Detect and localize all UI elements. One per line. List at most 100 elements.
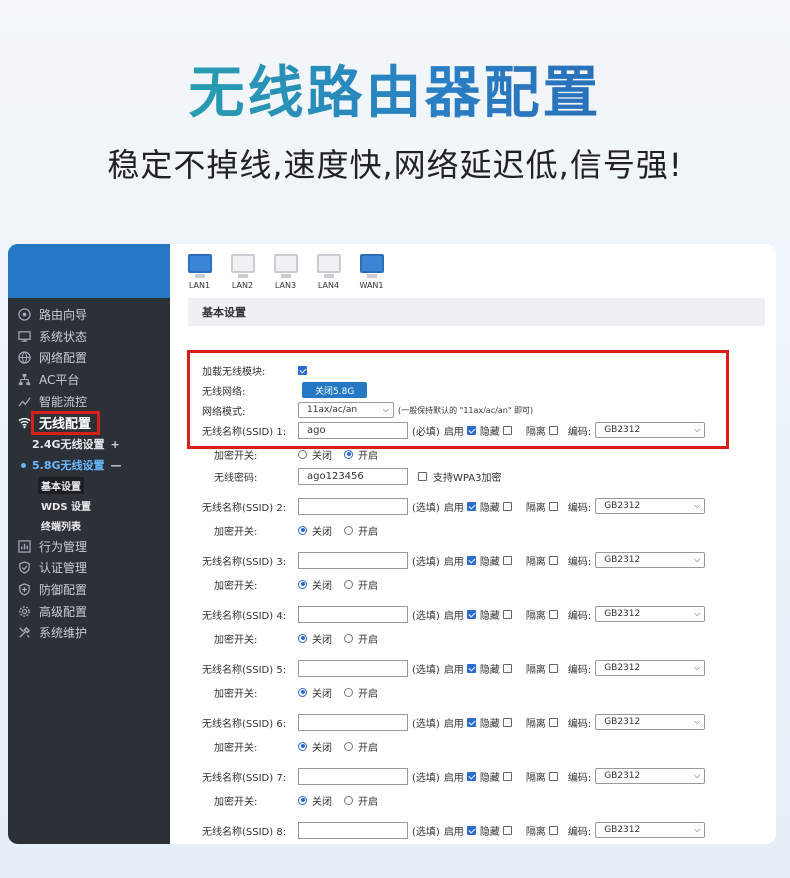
enable-checkbox[interactable]	[466, 609, 476, 619]
sidebar-item[interactable]: 网络配置	[8, 347, 170, 369]
hidden-option[interactable]: 隐藏	[480, 823, 512, 838]
radio-button[interactable]	[344, 795, 353, 805]
radio-button[interactable]	[344, 741, 353, 751]
enable-checkbox[interactable]	[466, 771, 476, 781]
radio-off-option[interactable]: 关闭	[298, 523, 332, 538]
sidebar-item-wireless[interactable]: 无线配置	[8, 410, 170, 435]
sidebar-leaf[interactable]: WDS 设置	[8, 496, 170, 516]
radio-button[interactable]	[344, 633, 353, 643]
radio-off-option[interactable]: 关闭	[298, 793, 332, 808]
isolate-checkbox[interactable]	[548, 425, 558, 435]
hidden-checkbox[interactable]	[502, 717, 512, 727]
isolate-checkbox[interactable]	[548, 771, 558, 781]
sidebar-leaf[interactable]: 基本设置	[8, 476, 170, 496]
sidebar-item[interactable]: AC平台	[8, 369, 170, 391]
ssid-input[interactable]	[298, 767, 408, 785]
radio-button[interactable]	[344, 525, 353, 535]
radio-on-option[interactable]: 开启	[344, 631, 378, 646]
hidden-checkbox[interactable]	[502, 825, 512, 835]
sidebar-item[interactable]: 行为管理	[8, 536, 170, 558]
hidden-checkbox[interactable]	[502, 663, 512, 673]
encoding-select[interactable]: GB2312 ⌵	[595, 498, 706, 514]
radio-button[interactable]	[298, 687, 307, 697]
ssid-input[interactable]	[298, 551, 408, 569]
enable-checkbox[interactable]	[466, 825, 476, 835]
radio-off-option[interactable]: 关闭	[298, 447, 332, 462]
hidden-option[interactable]: 隐藏	[480, 423, 512, 438]
disable-5g-button[interactable]: 关闭5.8G	[302, 382, 368, 398]
enable-checkbox[interactable]	[466, 663, 476, 673]
isolate-option[interactable]: 隔离	[526, 423, 558, 438]
enable-option[interactable]: 启用	[444, 661, 476, 676]
sidebar-leaf[interactable]: 终端列表	[8, 516, 170, 536]
enable-checkbox[interactable]	[466, 425, 476, 435]
ssid-input[interactable]: ago	[298, 421, 408, 439]
sidebar-item[interactable]: 高级配置	[8, 600, 170, 622]
isolate-option[interactable]: 隔离	[526, 607, 558, 622]
isolate-option[interactable]: 隔离	[526, 769, 558, 784]
isolate-checkbox[interactable]	[548, 555, 558, 565]
expand-toggle-icon[interactable]: —	[111, 459, 122, 472]
sidebar-subitem[interactable]: 5.8G无线设置 —	[8, 455, 170, 476]
isolate-checkbox[interactable]	[548, 717, 558, 727]
radio-button[interactable]	[298, 449, 307, 459]
sidebar-subitem[interactable]: 2.4G无线设置 +	[8, 434, 170, 455]
hidden-option[interactable]: 隐藏	[480, 769, 512, 784]
wpa3-option[interactable]: 支持WPA3加密	[418, 469, 501, 484]
encoding-select[interactable]: GB2312 ⌵	[595, 606, 706, 622]
isolate-option[interactable]: 隔离	[526, 661, 558, 676]
hidden-checkbox[interactable]	[502, 555, 512, 565]
encoding-select[interactable]: GB2312 ⌵	[595, 422, 706, 438]
enable-checkbox[interactable]	[466, 501, 476, 511]
radio-off-option[interactable]: 关闭	[298, 631, 332, 646]
enable-option[interactable]: 启用	[444, 423, 476, 438]
isolate-option[interactable]: 隔离	[526, 715, 558, 730]
radio-button[interactable]	[298, 795, 307, 805]
hidden-option[interactable]: 隐藏	[480, 553, 512, 568]
encoding-select[interactable]: GB2312 ⌵	[595, 822, 706, 838]
enable-option[interactable]: 启用	[444, 499, 476, 514]
enable-option[interactable]: 启用	[444, 769, 476, 784]
radio-button[interactable]	[298, 579, 307, 589]
enable-checkbox[interactable]	[466, 717, 476, 727]
wpa3-checkbox[interactable]	[418, 471, 427, 481]
ssid-input[interactable]	[298, 497, 408, 515]
isolate-option[interactable]: 隔离	[526, 499, 558, 514]
isolate-checkbox[interactable]	[548, 825, 558, 835]
ssid-input[interactable]	[298, 659, 408, 677]
encoding-select[interactable]: GB2312 ⌵	[595, 552, 706, 568]
encoding-select[interactable]: GB2312 ⌵	[595, 660, 706, 676]
hidden-checkbox[interactable]	[502, 771, 512, 781]
isolate-checkbox[interactable]	[548, 609, 558, 619]
enable-option[interactable]: 启用	[444, 607, 476, 622]
radio-button[interactable]	[344, 449, 353, 459]
radio-on-option[interactable]: 开启	[344, 739, 378, 754]
load-module-checkbox[interactable]	[298, 365, 307, 375]
isolate-option[interactable]: 隔离	[526, 553, 558, 568]
ssid-input[interactable]	[298, 821, 408, 839]
radio-button[interactable]	[298, 525, 307, 535]
sidebar-item[interactable]: 系统状态	[8, 326, 170, 348]
radio-on-option[interactable]: 开启	[344, 523, 378, 538]
encoding-select[interactable]: GB2312 ⌵	[595, 768, 706, 784]
radio-on-option[interactable]: 开启	[344, 577, 378, 592]
sidebar-item[interactable]: 智能流控	[8, 390, 170, 412]
radio-off-option[interactable]: 关闭	[298, 685, 332, 700]
encoding-select[interactable]: GB2312 ⌵	[595, 714, 706, 730]
enable-option[interactable]: 启用	[444, 715, 476, 730]
isolate-option[interactable]: 隔离	[526, 823, 558, 838]
enable-checkbox[interactable]	[466, 555, 476, 565]
sidebar-item[interactable]: 路由向导	[8, 304, 170, 326]
radio-button[interactable]	[298, 633, 307, 643]
hidden-option[interactable]: 隐藏	[480, 661, 512, 676]
isolate-checkbox[interactable]	[548, 663, 558, 673]
password-input[interactable]: ago123456	[298, 467, 408, 485]
hidden-checkbox[interactable]	[502, 609, 512, 619]
network-mode-select[interactable]: 11ax/ac/an ⌵	[298, 402, 394, 418]
enable-option[interactable]: 启用	[444, 553, 476, 568]
radio-off-option[interactable]: 关闭	[298, 577, 332, 592]
isolate-checkbox[interactable]	[548, 501, 558, 511]
radio-on-option[interactable]: 开启	[344, 793, 378, 808]
hidden-checkbox[interactable]	[502, 425, 512, 435]
radio-button[interactable]	[344, 687, 353, 697]
